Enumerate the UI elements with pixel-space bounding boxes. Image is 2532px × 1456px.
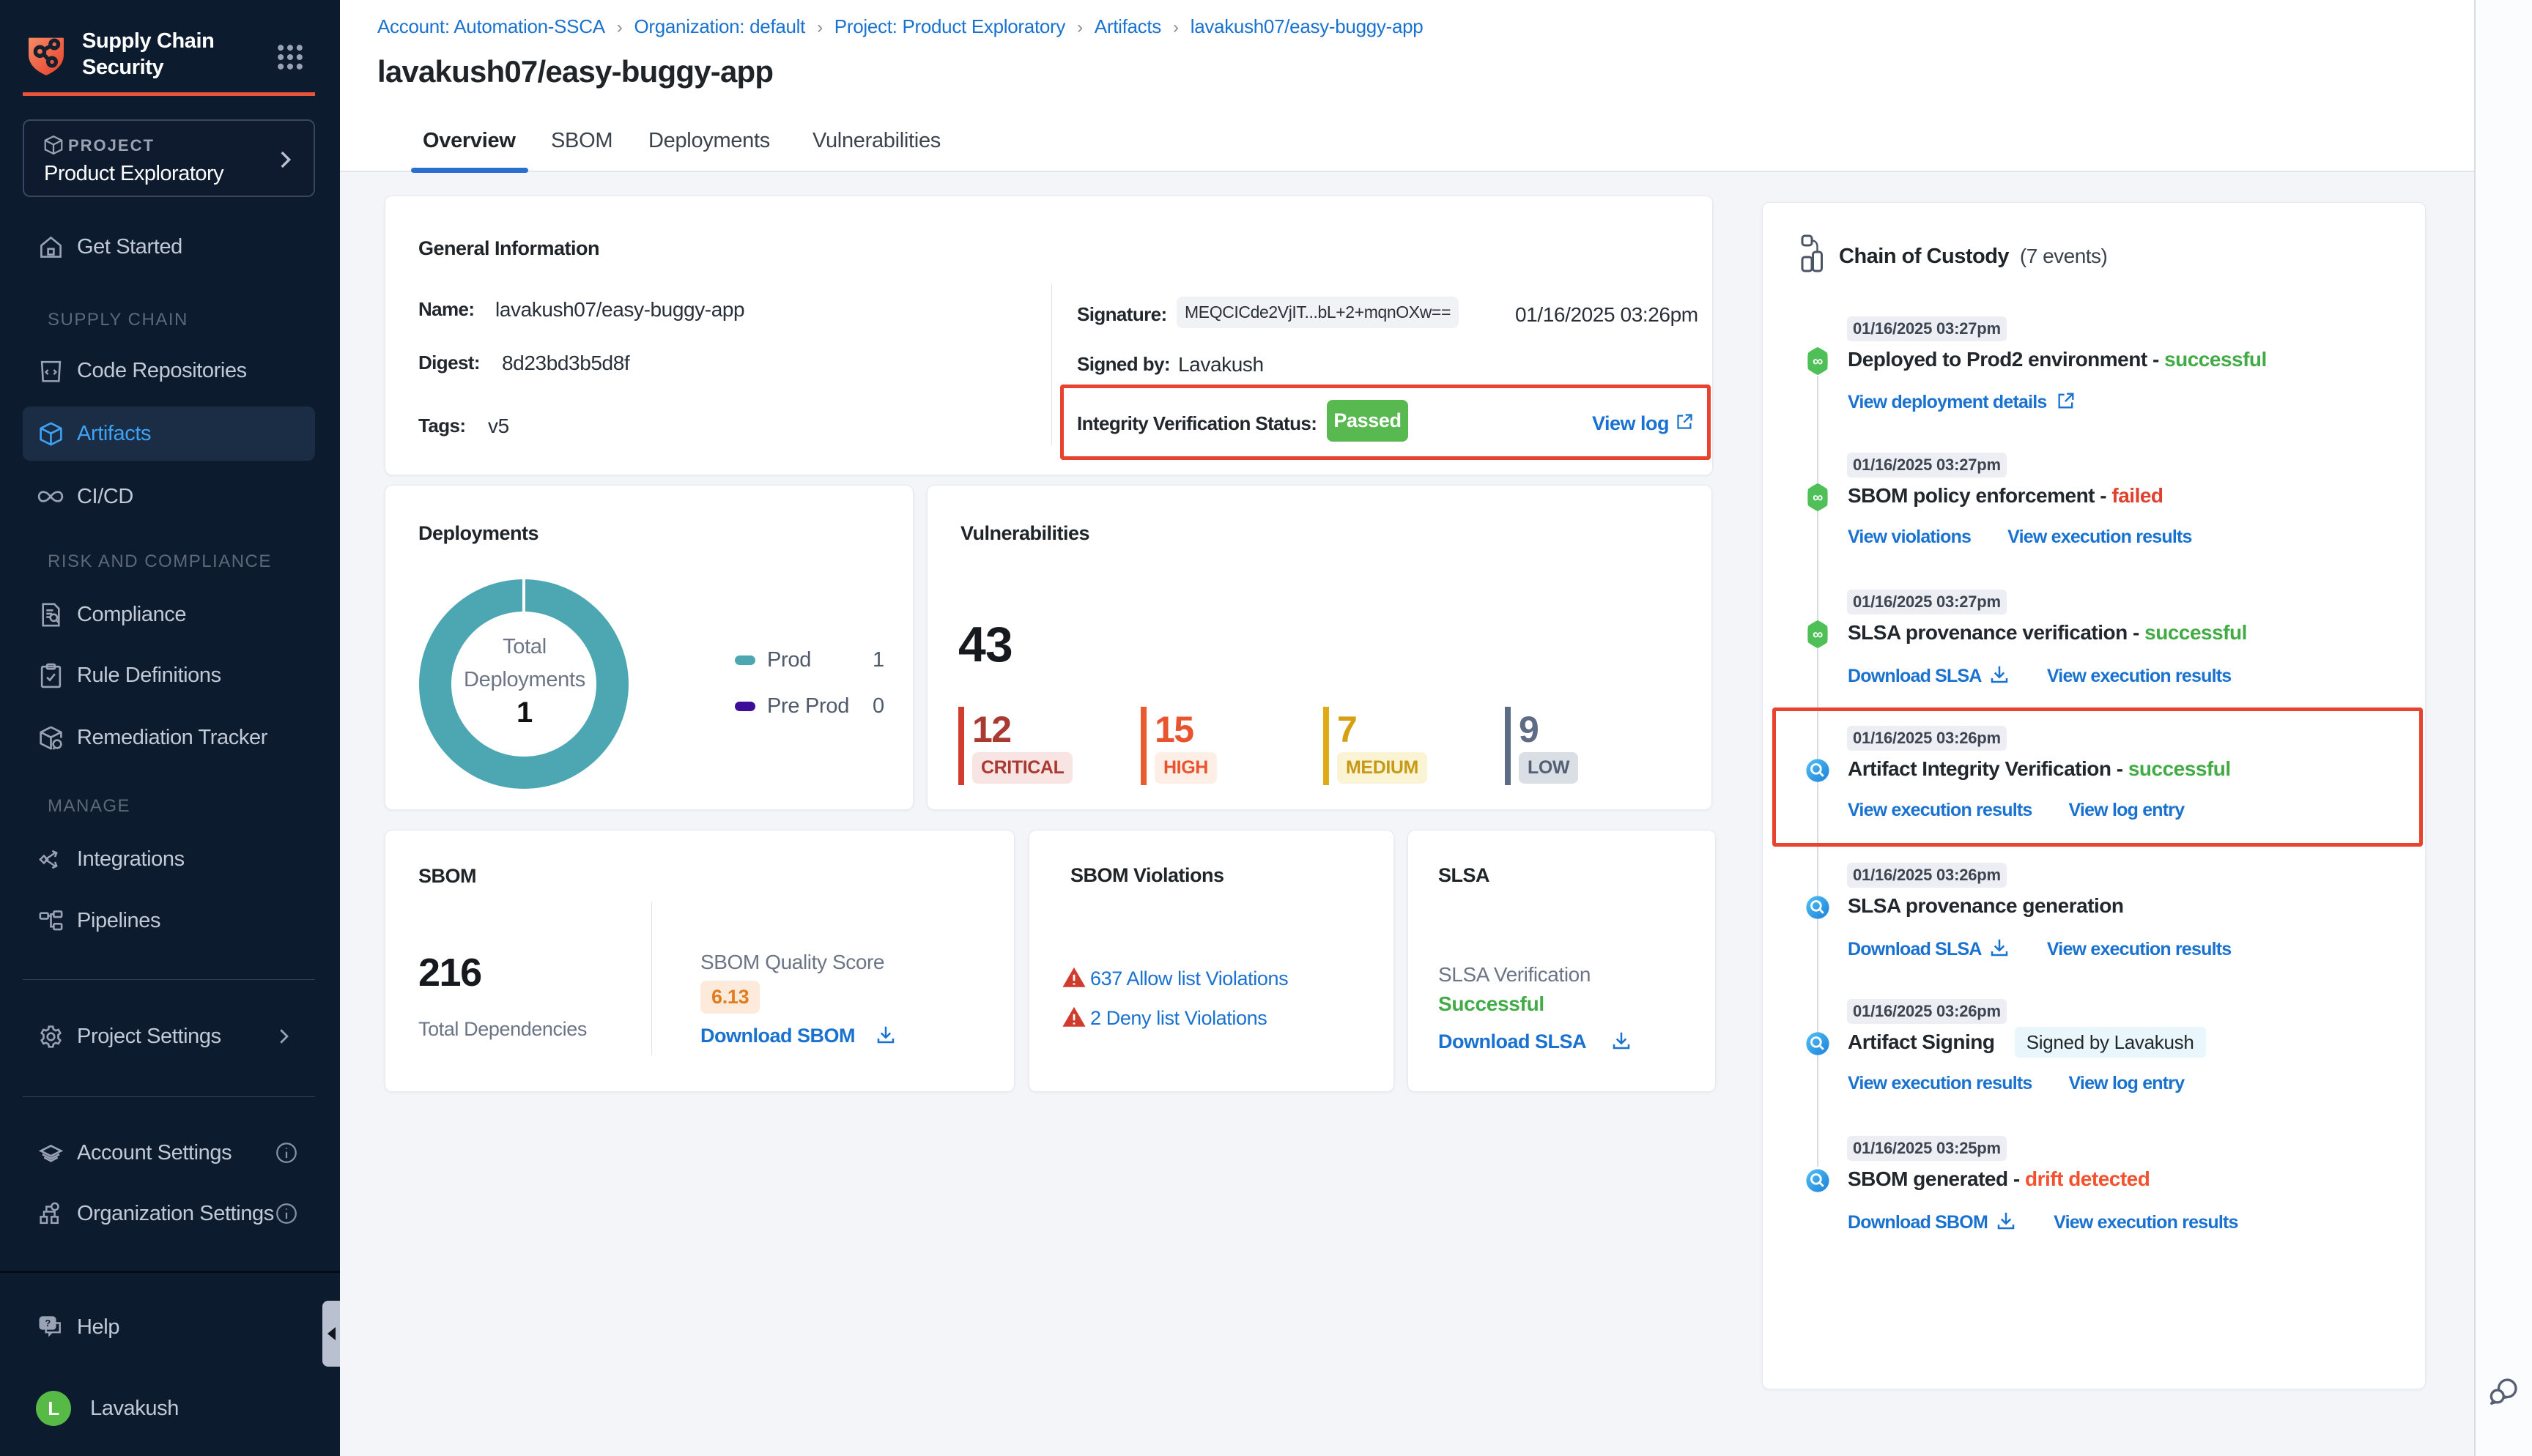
svg-text:∞: ∞	[1813, 489, 1823, 505]
svg-text:∞: ∞	[1813, 626, 1823, 642]
svg-text:∞: ∞	[1813, 353, 1823, 369]
svg-text:?: ?	[45, 1318, 50, 1329]
